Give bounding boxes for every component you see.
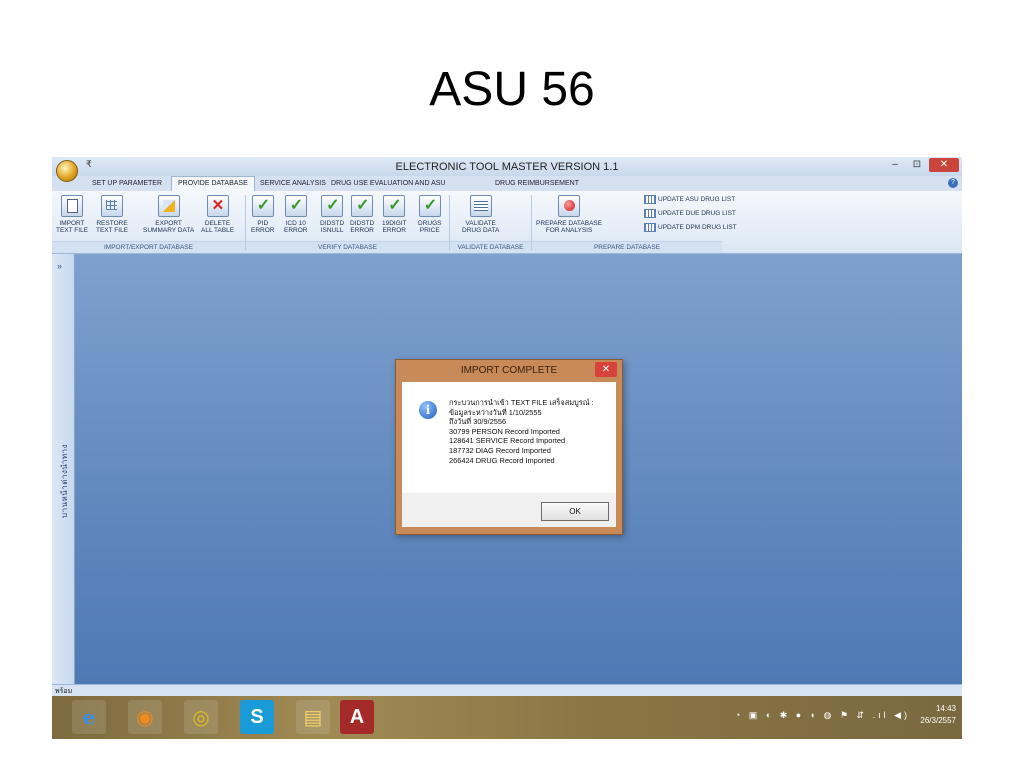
chrome-icon[interactable]: ◎ bbox=[184, 700, 218, 734]
office-button-icon[interactable] bbox=[56, 160, 78, 182]
system-tray[interactable]: ◔ ▣ ◐ ✱ ● ◖ ◍ ⚑ ⇵ .ıl ◀) bbox=[735, 710, 910, 721]
slide-title: ASU 56 bbox=[429, 63, 595, 116]
information-icon: i bbox=[419, 401, 437, 419]
tab-drug-reimbursement[interactable]: DRUG REIMBURSEMENT bbox=[495, 177, 579, 191]
message-line: 187732 DIAG Record Imported bbox=[449, 445, 551, 455]
delete-icon bbox=[206, 195, 229, 217]
file-explorer-icon[interactable]: ▤ bbox=[296, 700, 330, 734]
table-icon bbox=[644, 195, 656, 204]
export-icon bbox=[157, 195, 180, 217]
validate-drug-data-button[interactable]: VALIDATE DRUG DATA bbox=[462, 195, 499, 234]
group-label-import-export: IMPORT/EXPORT DATABASE bbox=[52, 241, 245, 253]
check-icon bbox=[321, 195, 344, 217]
message-line: 128641 SERVICE Record Imported bbox=[449, 436, 566, 446]
import-icon bbox=[61, 195, 84, 217]
group-label-verify: VERIFY DATABASE bbox=[246, 241, 449, 253]
tab-service-analysis[interactable]: SERVICE ANALYSIS bbox=[260, 177, 326, 191]
tab-provide-database[interactable]: PROVIDE DATABASE bbox=[171, 176, 255, 192]
import-complete-dialog: IMPORT COMPLETE ✕ i กระบวนการนำเข้า TEXT… bbox=[395, 359, 623, 535]
pid-error-button[interactable]: PIDERROR bbox=[251, 195, 274, 234]
table-icon bbox=[644, 209, 656, 218]
table-icon bbox=[644, 223, 656, 232]
clock-time: 14:43 bbox=[935, 704, 956, 713]
import-text-file-button[interactable]: IMPORT TEXT FILE bbox=[56, 195, 88, 234]
skype-icon[interactable]: S bbox=[240, 700, 274, 734]
dialog-title: IMPORT COMPLETE bbox=[460, 365, 558, 376]
window-controls: – ⊡ ✕ bbox=[885, 158, 959, 172]
restore-text-file-button[interactable]: RESTORE TEXT FILE bbox=[96, 195, 128, 234]
check-icon bbox=[351, 195, 374, 217]
message-line: ข้อมูลระหว่างวันที่ 1/10/2555 bbox=[449, 407, 542, 417]
prepare-database-button[interactable]: PREPARE DATABASE FOR ANALYSIS bbox=[536, 195, 602, 234]
navigation-pane[interactable]: » บานหน้าต่างนำทาง bbox=[52, 254, 75, 684]
taskbar-clock[interactable]: 14:43 26/3/2557 bbox=[920, 703, 956, 727]
restore-button[interactable]: ⊡ bbox=[907, 158, 927, 172]
firefox-icon[interactable]: ◉ bbox=[128, 700, 162, 734]
navigation-pane-label: บานหน้าต่างนำทาง bbox=[60, 444, 69, 518]
window-title: ELECTRONIC TOOL MASTER VERSION 1.1 bbox=[395, 161, 619, 173]
ribbon-tabs: SET UP PARAMETER PROVIDE DATABASE SERVIC… bbox=[52, 176, 962, 192]
validate-icon bbox=[469, 195, 492, 217]
message-line: 266424 DRUG Record Imported bbox=[449, 455, 555, 465]
message-line: ถึงวันที่ 30/9/2556 bbox=[449, 417, 507, 427]
restore-icon bbox=[101, 195, 124, 217]
dialog-message: กระบวนการนำเข้า TEXT FILE เสร็จสมบูรณ์ :… bbox=[449, 398, 594, 465]
taskbar: e ◉ ◎ S ▤ A ◔ ▣ ◐ ✱ ● ◖ ◍ ⚑ ⇵ .ıl ◀) 14:… bbox=[52, 696, 962, 739]
update-due-drug-list-button[interactable]: UPDATE DUE DRUG LIST bbox=[644, 209, 736, 219]
export-summary-data-button[interactable]: EXPORT SUMMARY DATA bbox=[143, 195, 194, 234]
didstd-error-button[interactable]: DIDSTDERROR bbox=[350, 195, 374, 234]
dialog-close-button[interactable]: ✕ bbox=[595, 362, 617, 377]
group-label-validate: VALIDATE DATABASE bbox=[450, 241, 531, 253]
dialog-footer: OK bbox=[402, 493, 616, 527]
clock-date: 26/3/2557 bbox=[920, 716, 956, 725]
didstd-isnull-button[interactable]: DIDSTDISNULL bbox=[320, 195, 344, 234]
access-icon[interactable]: A bbox=[340, 700, 374, 734]
update-dpm-drug-list-button[interactable]: UPDATE DPM DRUG LIST bbox=[644, 223, 737, 233]
internet-explorer-icon[interactable]: e bbox=[72, 700, 106, 734]
check-icon bbox=[418, 195, 441, 217]
close-window-button[interactable]: ✕ bbox=[929, 158, 959, 172]
19digit-error-button[interactable]: 19DIGITERROR bbox=[382, 195, 407, 234]
tab-drug-use-evaluation[interactable]: DRUG USE EVALUATION AND ASU bbox=[331, 177, 446, 191]
check-icon bbox=[383, 195, 406, 217]
message-line: กระบวนการนำเข้า TEXT FILE เสร็จสมบูรณ์ : bbox=[449, 398, 594, 407]
update-asu-drug-list-button[interactable]: UPDATE ASU DRUG LIST bbox=[644, 195, 735, 205]
expand-chevron-icon[interactable]: » bbox=[57, 261, 62, 271]
message-line: 30799 PERSON Record Imported bbox=[449, 426, 560, 436]
group-label-prepare: PREPARE DATABASE bbox=[532, 241, 722, 253]
prepare-icon bbox=[558, 195, 581, 217]
ok-button[interactable]: OK bbox=[541, 502, 609, 521]
tab-set-up-parameter[interactable]: SET UP PARAMETER bbox=[92, 177, 162, 191]
minimize-button[interactable]: – bbox=[885, 158, 905, 172]
title-bar: ₹ ELECTRONIC TOOL MASTER VERSION 1.1 – ⊡… bbox=[52, 157, 962, 182]
check-icon bbox=[251, 195, 274, 217]
icd10-error-button[interactable]: ICD 10ERROR bbox=[284, 195, 307, 234]
dialog-body: i กระบวนการนำเข้า TEXT FILE เสร็จสมบูรณ์… bbox=[402, 382, 616, 493]
check-icon bbox=[284, 195, 307, 217]
drugs-price-button[interactable]: DRUGSPRICE bbox=[418, 195, 441, 234]
delete-all-table-button[interactable]: DELETEALL TABLE bbox=[201, 195, 234, 234]
help-icon[interactable]: ? bbox=[948, 178, 958, 188]
ribbon: IMPORT TEXT FILE RESTORE TEXT FILE EXPORT S… bbox=[52, 191, 962, 254]
